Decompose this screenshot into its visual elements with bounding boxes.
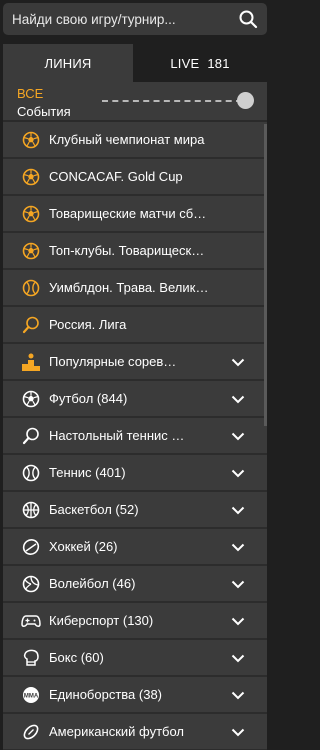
- favorite-item-label: Клубный чемпионат мира: [49, 132, 205, 147]
- search-icon[interactable]: [235, 4, 261, 34]
- chevron-down-icon[interactable]: [231, 429, 245, 443]
- events-filter: ВСЕ События: [3, 82, 267, 122]
- favorite-item-label: Россия. Лига: [49, 317, 127, 332]
- favorite-item-label: Товарищеские матчи сборных: [49, 206, 209, 221]
- tab-live[interactable]: LIVE 181: [133, 44, 267, 82]
- tab-live-count: 181: [207, 55, 230, 71]
- sport-category[interactable]: Хоккей (26): [3, 529, 267, 564]
- favorite-item[interactable]: Топ-клубы. Товарищеские матчи: [3, 233, 267, 268]
- tennis-ball-icon: [21, 463, 41, 483]
- sport-category-label: Единоборства (38): [49, 687, 163, 702]
- mma-icon: MMA: [21, 685, 41, 705]
- sport-category-label: Бокс (60): [49, 650, 104, 665]
- slider-track: [102, 100, 242, 102]
- svg-text:MMA: MMA: [24, 693, 39, 699]
- basketball-icon: [21, 500, 41, 520]
- slider-handle[interactable]: [237, 92, 254, 109]
- sports-panel: ЛИНИЯ LIVE 181 ВСЕ События Клубный чемпи…: [3, 44, 267, 750]
- scrollbar[interactable]: [264, 124, 267, 426]
- tab-line-label: ЛИНИЯ: [44, 55, 92, 71]
- sport-category[interactable]: Баскетбол (52): [3, 492, 267, 527]
- favorite-item[interactable]: Россия. Лига: [3, 307, 267, 342]
- chevron-down-icon[interactable]: [231, 614, 245, 628]
- chevron-down-icon[interactable]: [231, 725, 245, 739]
- chevron-down-icon[interactable]: [231, 466, 245, 480]
- sport-category[interactable]: Киберспорт (130): [3, 603, 267, 638]
- table-tennis-icon: [21, 315, 41, 335]
- sport-category-label: Киберспорт (130): [49, 613, 154, 628]
- sport-category[interactable]: Теннис (401): [3, 455, 267, 490]
- sport-category-label: Волейбол (46): [49, 576, 136, 591]
- favorite-item[interactable]: CONCACAF. Gold Cup: [3, 159, 267, 194]
- sport-category-label: Баскетбол (52): [49, 502, 139, 517]
- mode-tabs: ЛИНИЯ LIVE 181: [3, 44, 267, 82]
- sport-category-label: Хоккей (26): [49, 539, 118, 554]
- soccer-ball-icon: [21, 241, 41, 261]
- american-football-icon: [21, 722, 41, 742]
- table-tennis-icon: [21, 426, 41, 446]
- soccer-ball-icon: [21, 204, 41, 224]
- tab-line[interactable]: ЛИНИЯ: [3, 44, 133, 82]
- favorite-item-label: CONCACAF. Gold Cup: [49, 169, 183, 184]
- sport-category-label: Популярные соревнования: [49, 354, 177, 369]
- chevron-down-icon[interactable]: [231, 688, 245, 702]
- chevron-down-icon[interactable]: [231, 577, 245, 591]
- favorite-item-label: Топ-клубы. Товарищеские матчи: [49, 243, 209, 258]
- search-bar[interactable]: [3, 3, 267, 35]
- tennis-ball-icon: [21, 278, 41, 298]
- podium-icon: [21, 352, 41, 372]
- soccer-ball-icon: [21, 389, 41, 409]
- favorite-item[interactable]: Уимблдон. Трава. Великобритания: [3, 270, 267, 305]
- chevron-down-icon[interactable]: [231, 540, 245, 554]
- sport-category-label: Настольный теннис (...): [49, 428, 187, 443]
- sport-category[interactable]: Американский футбол: [3, 714, 267, 749]
- time-range-slider[interactable]: [102, 92, 254, 109]
- sport-category[interactable]: Настольный теннис (...): [3, 418, 267, 453]
- filter-all-label[interactable]: ВСЕ: [17, 86, 43, 101]
- volleyball-icon: [21, 574, 41, 594]
- favorite-item-label: Уимблдон. Трава. Великобритания: [49, 280, 209, 295]
- chevron-down-icon[interactable]: [231, 503, 245, 517]
- sport-category[interactable]: Волейбол (46): [3, 566, 267, 601]
- sport-category[interactable]: Популярные соревнования: [3, 344, 267, 379]
- chevron-down-icon[interactable]: [231, 392, 245, 406]
- tab-live-label: LIVE: [170, 55, 200, 71]
- gamepad-icon: [21, 611, 41, 631]
- sport-category-label: Теннис (401): [49, 465, 126, 480]
- sport-category-label: Американский футбол: [49, 724, 185, 739]
- hockey-puck-icon: [21, 537, 41, 557]
- soccer-ball-icon: [21, 167, 41, 187]
- sport-category[interactable]: MMA Единоборства (38): [3, 677, 267, 712]
- favorite-item[interactable]: Товарищеские матчи сборных: [3, 196, 267, 231]
- sport-category[interactable]: Футбол (844): [3, 381, 267, 416]
- sport-category-label: Футбол (844): [49, 391, 128, 406]
- chevron-down-icon[interactable]: [231, 355, 245, 369]
- favorite-item[interactable]: Клубный чемпионат мира: [3, 122, 267, 157]
- sport-category[interactable]: Бокс (60): [3, 640, 267, 675]
- filter-events-label: События: [17, 104, 71, 119]
- boxing-glove-icon: [21, 648, 41, 668]
- search-input[interactable]: [12, 4, 235, 34]
- sports-list: Клубный чемпионат мира CONCACAF. Gold Cu…: [3, 122, 267, 749]
- chevron-down-icon[interactable]: [231, 651, 245, 665]
- soccer-ball-icon: [21, 130, 41, 150]
